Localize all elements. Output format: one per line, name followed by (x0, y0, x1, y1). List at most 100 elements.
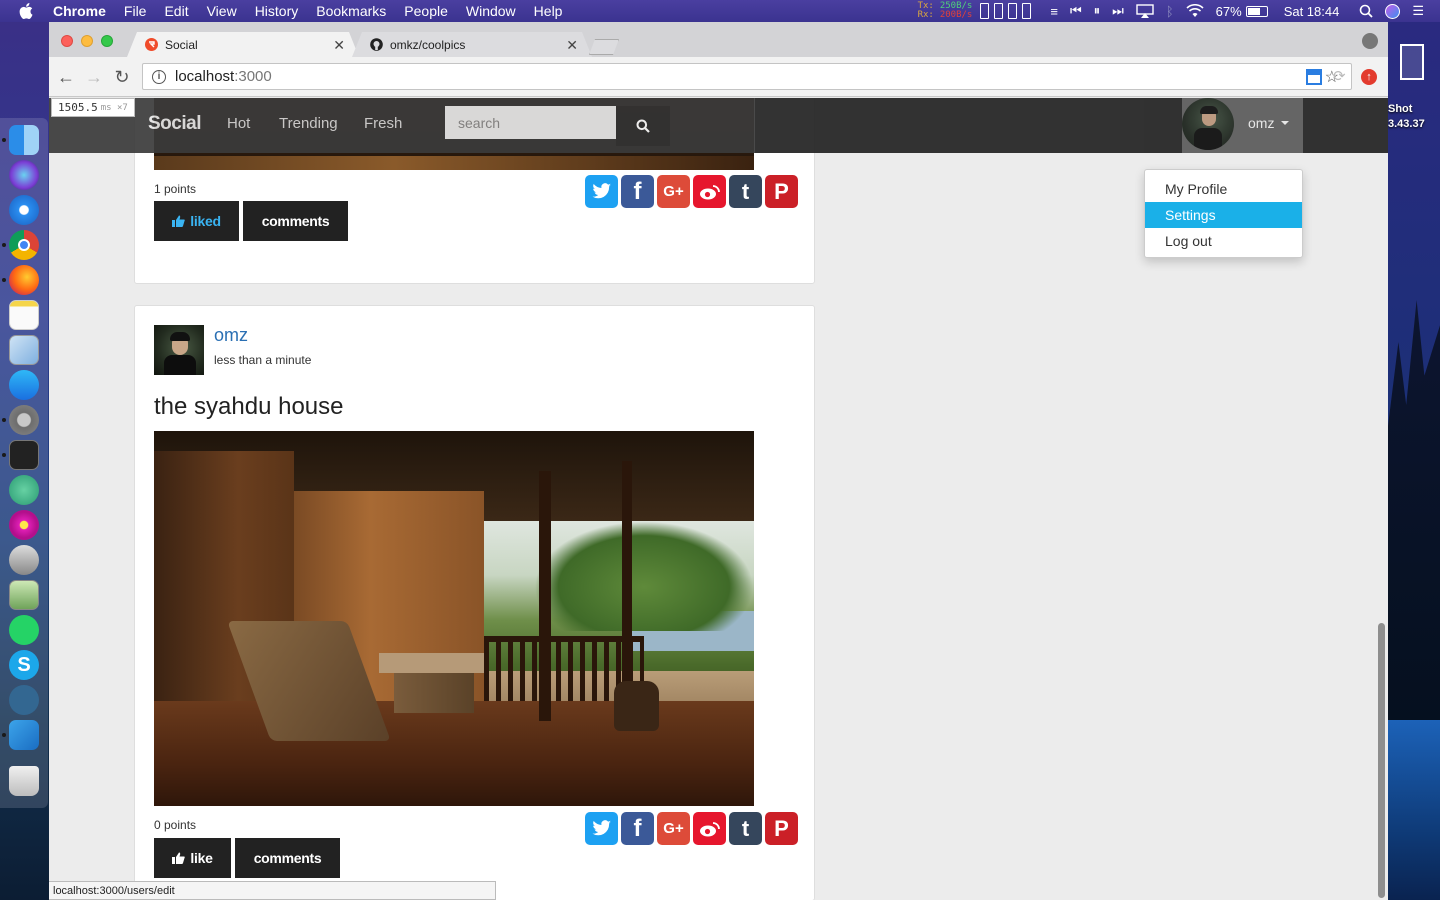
menu-app-name[interactable]: Chrome (53, 3, 106, 19)
pinterest-icon[interactable]: P (765, 812, 798, 845)
vscode-icon[interactable] (9, 720, 39, 750)
twitter-icon[interactable] (585, 812, 618, 845)
clock[interactable]: Sat 18:44 (1284, 4, 1340, 19)
nav-link-trending[interactable]: Trending (279, 115, 338, 132)
terminal-icon[interactable] (9, 440, 39, 470)
postgres-icon[interactable] (9, 685, 39, 715)
back-button[interactable]: ← (55, 66, 77, 88)
menu-bar: Chrome File Edit View History Bookmarks … (0, 0, 1440, 22)
liked-button[interactable]: liked (154, 201, 239, 241)
google-plus-icon[interactable]: G+ (657, 812, 690, 845)
airplay-icon[interactable] (1136, 4, 1154, 18)
siri-dock-icon[interactable] (9, 160, 39, 190)
pause-icon[interactable]: ⏸ (1094, 3, 1101, 19)
app-store-icon[interactable] (9, 370, 39, 400)
menu-edit[interactable]: Edit (164, 3, 188, 19)
tumblr-icon[interactable]: t (729, 175, 762, 208)
chrome-icon[interactable] (9, 230, 39, 260)
tab-social[interactable]: Social ✕ (127, 32, 359, 57)
comments-button[interactable]: comments (235, 838, 340, 878)
close-tab-icon[interactable]: ✕ (566, 37, 578, 54)
pinterest-icon[interactable]: P (765, 175, 798, 208)
tumblr-icon[interactable]: t (729, 812, 762, 845)
desktop-file-icon[interactable] (1400, 44, 1424, 80)
twitter-icon[interactable] (585, 175, 618, 208)
site-info-icon[interactable]: i (152, 69, 166, 84)
atom-icon[interactable] (9, 475, 39, 505)
caret-down-icon[interactable] (1281, 121, 1289, 125)
network-monitor[interactable]: Tx: Rx: 250B/s 200B/s (918, 2, 973, 20)
finder-icon[interactable] (9, 125, 39, 155)
close-window-button[interactable] (61, 35, 73, 47)
firefox-icon[interactable] (9, 265, 39, 295)
zoom-window-button[interactable] (101, 35, 113, 47)
menu-window[interactable]: Window (466, 3, 516, 19)
notes-icon[interactable] (9, 300, 39, 330)
battery-status[interactable]: 67% (1216, 4, 1268, 19)
close-tab-icon[interactable]: ✕ (333, 37, 345, 54)
tab-strip: Social ✕ omkz/coolpics ✕ (49, 22, 1388, 57)
previous-track-icon[interactable]: ⏮ (1070, 3, 1082, 19)
preview-icon[interactable] (9, 335, 39, 365)
dropdown-item-my-profile[interactable]: My Profile (1145, 176, 1302, 202)
menu-people[interactable]: People (404, 3, 448, 19)
comments-button-label: comments (261, 213, 330, 229)
desktop-file-label-line2: 3.43.37 (1388, 118, 1425, 130)
new-tab-button[interactable] (589, 39, 619, 55)
flower-app-icon[interactable] (9, 510, 39, 540)
menu-file[interactable]: File (124, 3, 147, 19)
whatsapp-icon[interactable] (9, 615, 39, 645)
trash-icon[interactable] (9, 766, 39, 796)
netstat-rx-label: Rx: (917, 10, 934, 20)
safari-icon[interactable] (9, 195, 39, 225)
dropdown-item-settings[interactable]: Settings (1145, 202, 1302, 228)
menu-help[interactable]: Help (534, 3, 563, 19)
siri-icon[interactable] (1385, 3, 1401, 19)
spotlight-search-icon[interactable] (1359, 4, 1373, 18)
bluetooth-icon[interactable]: ᛒ (1166, 4, 1174, 19)
google-plus-icon[interactable]: G+ (657, 175, 690, 208)
forward-button[interactable]: → (83, 66, 105, 88)
photo-app-icon[interactable] (9, 580, 39, 610)
site-brand-link[interactable]: Social (148, 113, 201, 135)
notification-center-icon[interactable]: ☰ (1412, 3, 1424, 19)
next-track-icon[interactable]: ⏭ (1112, 3, 1124, 19)
extension-sync-icon[interactable]: ⟳ (1333, 69, 1349, 85)
facebook-icon[interactable]: f (621, 812, 654, 845)
post-image[interactable] (154, 431, 754, 806)
comments-button[interactable]: comments (243, 201, 348, 241)
wifi-icon[interactable] (1186, 4, 1204, 18)
apple-icon[interactable] (19, 3, 37, 19)
extension-upload-icon[interactable]: ↑ (1361, 69, 1377, 85)
extension-window-icon[interactable] (1306, 69, 1322, 85)
author-avatar[interactable] (154, 325, 204, 375)
author-name-link[interactable]: omz (214, 325, 248, 346)
search-button[interactable] (616, 106, 670, 146)
menu-history[interactable]: History (255, 3, 299, 19)
list-icon[interactable]: ≡ (1050, 4, 1058, 19)
like-button-label: like (190, 850, 213, 866)
dropdown-item-log-out[interactable]: Log out (1145, 228, 1302, 254)
username-label[interactable]: omz (1248, 115, 1274, 131)
reload-button[interactable]: ↻ (111, 66, 133, 88)
search-input[interactable]: search (445, 106, 616, 139)
tab-github-coolpics[interactable]: omkz/coolpics ✕ (352, 32, 592, 57)
nav-link-hot[interactable]: Hot (227, 115, 250, 132)
facebook-icon[interactable]: f (621, 175, 654, 208)
social-favicon-icon (145, 38, 158, 51)
menu-view[interactable]: View (207, 3, 237, 19)
weibo-icon[interactable] (693, 175, 726, 208)
nav-link-fresh[interactable]: Fresh (364, 115, 402, 132)
weibo-icon[interactable] (693, 812, 726, 845)
satellite-app-icon[interactable] (9, 545, 39, 575)
minimize-window-button[interactable] (81, 35, 93, 47)
browser-profile-icon[interactable] (1362, 33, 1378, 49)
cpu-meter-icon[interactable] (980, 3, 1036, 19)
menu-bookmarks[interactable]: Bookmarks (316, 3, 386, 19)
skype-icon[interactable]: S (9, 650, 39, 680)
user-avatar[interactable] (1182, 98, 1234, 150)
like-button[interactable]: like (154, 838, 231, 878)
system-preferences-icon[interactable] (9, 405, 39, 435)
page-scrollbar-thumb[interactable] (1378, 623, 1385, 898)
address-bar[interactable]: i localhost :3000 ⚷ ☆ (142, 63, 1352, 90)
